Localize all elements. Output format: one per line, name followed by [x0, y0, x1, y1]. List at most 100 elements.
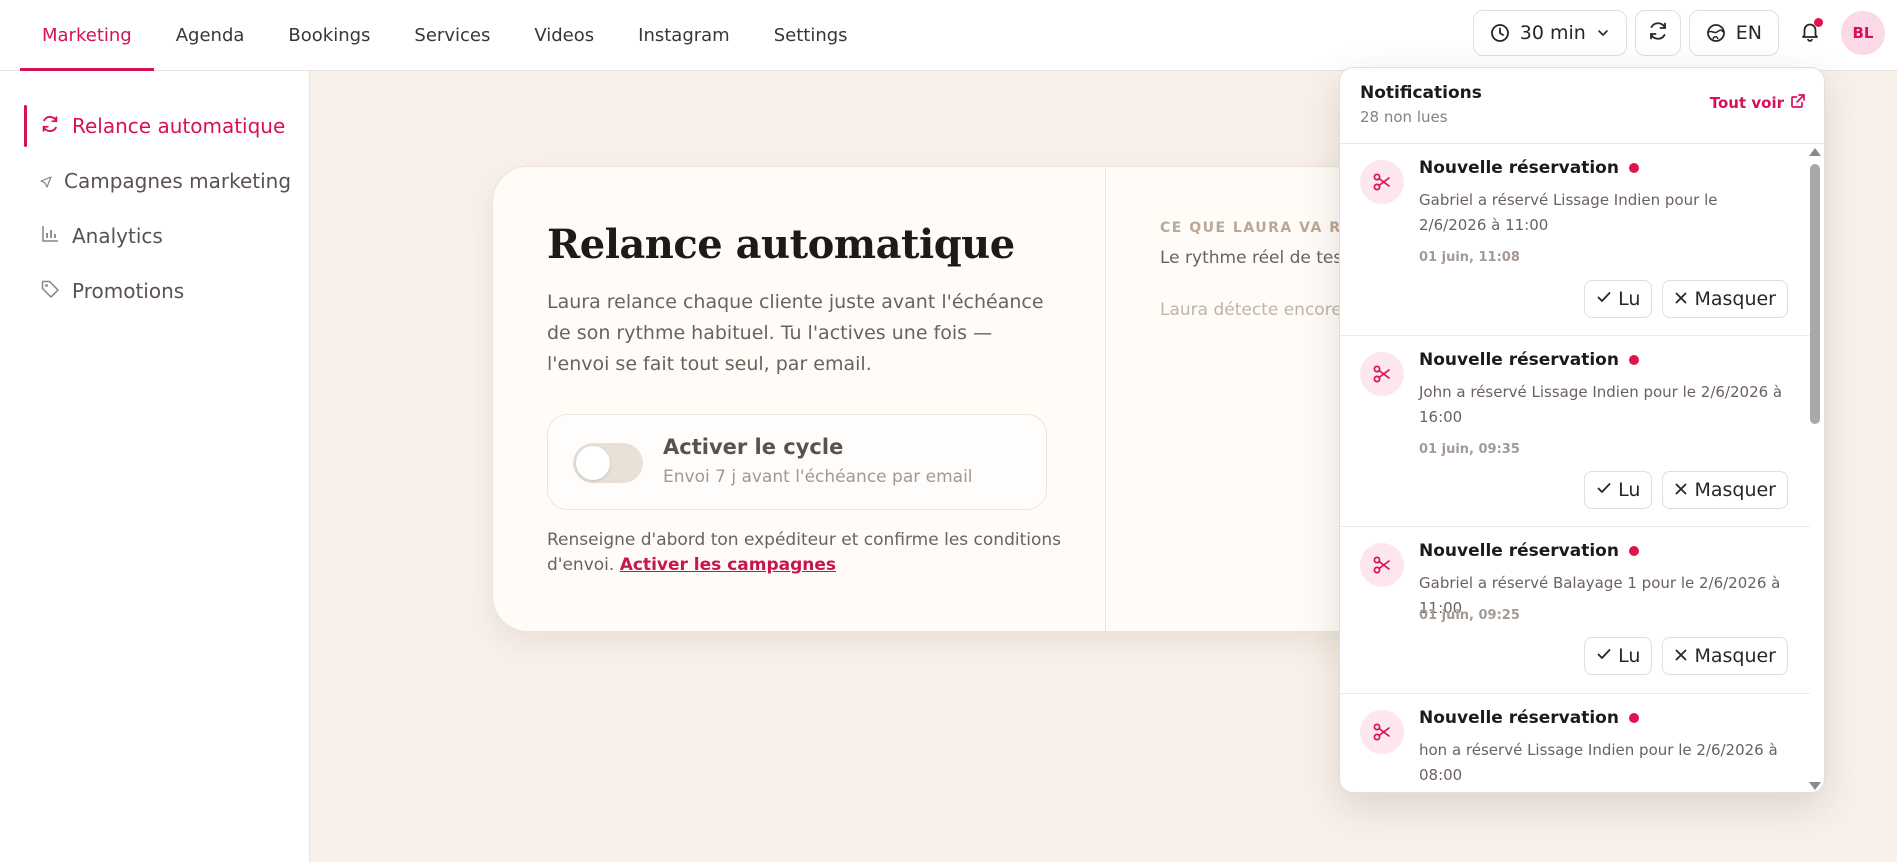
sidebar-item-label: Campagnes marketing: [64, 169, 292, 193]
mark-read-label: Lu: [1618, 288, 1641, 310]
preview-kicker: CE QUE LAURA VA RE: [1160, 220, 1353, 236]
mark-read-label: Lu: [1618, 645, 1641, 667]
check-icon: [1596, 479, 1612, 501]
nav-tab-marketing[interactable]: Marketing: [20, 0, 154, 71]
page-title: Relance automatique: [547, 221, 1015, 268]
notifications-title: Notifications: [1360, 83, 1482, 103]
avatar[interactable]: BL: [1841, 11, 1885, 55]
scissors-icon: [1360, 352, 1404, 396]
nav-tab-services[interactable]: Services: [392, 0, 512, 71]
sidebar-item-analytics[interactable]: Analytics: [24, 215, 163, 257]
mark-read-button[interactable]: Lu: [1584, 637, 1653, 675]
sender-note: Renseigne d'abord ton expéditeur et conf…: [547, 528, 1067, 578]
scissors-icon: [1360, 160, 1404, 204]
mark-read-button[interactable]: Lu: [1584, 471, 1653, 509]
hide-button[interactable]: Masquer: [1662, 471, 1788, 509]
globe-icon: [1706, 23, 1726, 43]
page-description: Laura relance chaque cliente juste avant…: [547, 291, 1044, 375]
refresh-icon: [40, 114, 60, 139]
notifications-panel: Notifications 28 non lues Tout voir Nouv…: [1339, 67, 1825, 793]
notification-item: Nouvelle réservation Gabriel a réservé L…: [1340, 144, 1810, 336]
notification-body: Gabriel a réservé Lissage Indien pour le…: [1419, 191, 1718, 234]
notification-title: Nouvelle réservation: [1419, 708, 1639, 728]
chevron-down-icon: [1596, 26, 1610, 40]
nav-tab-videos[interactable]: Videos: [512, 0, 616, 71]
see-all-link[interactable]: Tout voir: [1710, 93, 1806, 113]
tag-icon: [40, 279, 60, 304]
hide-button[interactable]: Masquer: [1662, 637, 1788, 675]
check-icon: [1596, 645, 1612, 667]
sidebar-item-campagnes[interactable]: Campagnes marketing: [24, 160, 291, 202]
duration-select[interactable]: 30 min: [1472, 10, 1627, 56]
notifications-button[interactable]: [1787, 10, 1833, 56]
close-icon: [1674, 288, 1688, 310]
toggle-subtitle: Envoi 7 j avant l'échéance par email: [663, 467, 973, 487]
top-right-controls: 30 min EN BL: [1472, 10, 1885, 56]
hide-label: Masquer: [1694, 645, 1776, 667]
sidebar-item-label: Relance automatique: [72, 114, 286, 138]
nav-tab-settings[interactable]: Settings: [752, 0, 870, 71]
relance-card: Relance automatique Laura relance chaque…: [492, 166, 1392, 632]
preview-text: Le rythme réel de tes c: [1160, 248, 1357, 268]
unread-dot: [1628, 163, 1639, 173]
scroll-up-arrow[interactable]: [1809, 148, 1821, 156]
check-icon: [1596, 288, 1612, 310]
notification-actions: Lu Masquer: [1584, 280, 1788, 318]
top-bar: Marketing Agenda Bookings Services Video…: [0, 0, 1897, 71]
see-all-label: Tout voir: [1709, 94, 1784, 112]
scroll-thumb[interactable]: [1810, 164, 1820, 424]
unread-dot: [1628, 713, 1639, 723]
notification-item: Nouvelle réservation John a réservé Liss…: [1340, 336, 1810, 527]
refresh-button[interactable]: [1634, 10, 1681, 56]
notifications-header: Notifications 28 non lues Tout voir: [1340, 68, 1824, 144]
notification-time: 01 juin, 11:08: [1419, 250, 1520, 265]
nav-tab-instagram[interactable]: Instagram: [616, 0, 752, 71]
sidebar: Relance automatique Campagnes marketing …: [0, 71, 310, 862]
sidebar-item-relance[interactable]: Relance automatique: [24, 105, 285, 147]
toggle-title: Activer le cycle: [663, 435, 844, 459]
notification-time: 01 juin, 09:35: [1419, 442, 1520, 457]
notification-title: Nouvelle réservation: [1419, 350, 1639, 370]
send-icon: [40, 169, 52, 193]
notification-time: 01 juin, 09:25: [1419, 608, 1520, 623]
relance-settings-panel: Relance automatique Laura relance chaque…: [493, 167, 1106, 631]
notifications-scrollbar[interactable]: [1809, 144, 1821, 792]
notifications-list: Nouvelle réservation Gabriel a réservé L…: [1340, 144, 1810, 792]
language-select[interactable]: EN: [1688, 10, 1779, 56]
notification-item: Nouvelle réservation Gabriel a réservé B…: [1340, 527, 1810, 694]
hide-label: Masquer: [1694, 479, 1776, 501]
scroll-down-arrow[interactable]: [1809, 782, 1821, 790]
hide-button[interactable]: Masquer: [1662, 280, 1788, 318]
unread-dot: [1814, 18, 1823, 27]
sidebar-item-label: Analytics: [72, 224, 163, 248]
unread-dot: [1628, 355, 1639, 365]
notification-title: Nouvelle réservation: [1419, 158, 1639, 178]
scissors-icon: [1360, 543, 1404, 587]
bar-chart-icon: [40, 224, 60, 249]
close-icon: [1674, 479, 1688, 501]
mark-read-label: Lu: [1618, 479, 1641, 501]
nav-tab-bookings[interactable]: Bookings: [266, 0, 392, 71]
scissors-icon: [1360, 710, 1404, 754]
cycle-toggle[interactable]: [573, 443, 643, 483]
close-icon: [1674, 645, 1688, 667]
activate-campaigns-link[interactable]: Activer les campagnes: [620, 555, 836, 575]
sidebar-item-promotions[interactable]: Promotions: [24, 270, 184, 312]
external-link-icon: [1790, 93, 1806, 113]
nav-tab-agenda[interactable]: Agenda: [154, 0, 267, 71]
language-value: EN: [1735, 22, 1762, 44]
unread-count: 28 non lues: [1360, 108, 1448, 126]
main-nav: Marketing Agenda Bookings Services Video…: [20, 0, 870, 71]
sidebar-item-label: Promotions: [72, 279, 185, 303]
notification-body: John a réservé Lissage Indien pour le 2/…: [1419, 383, 1783, 426]
cycle-toggle-box: Activer le cycle Envoi 7 j avant l'échéa…: [547, 414, 1047, 510]
notification-actions: Lu Masquer: [1584, 471, 1788, 509]
hide-label: Masquer: [1694, 288, 1776, 310]
duration-value: 30 min: [1519, 22, 1586, 44]
notification-item: Nouvelle réservation hon a réservé Lissa…: [1340, 694, 1810, 792]
notification-body: hon a réservé Lissage Indien pour le 2/6…: [1419, 741, 1778, 784]
notification-actions: Lu Masquer: [1584, 637, 1788, 675]
unread-dot: [1628, 546, 1639, 556]
refresh-icon: [1647, 20, 1669, 46]
mark-read-button[interactable]: Lu: [1584, 280, 1653, 318]
